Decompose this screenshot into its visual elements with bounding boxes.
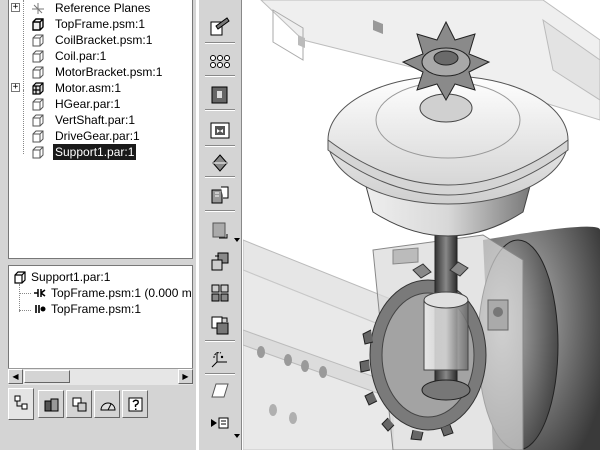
tree-item-motor-assembly[interactable]: + Motor.asm:1: [9, 80, 192, 96]
horizontal-scrollbar[interactable]: ◀ ▶: [8, 368, 193, 385]
tree-item-label: CoilBracket.psm:1: [55, 33, 153, 47]
part-icon: [31, 66, 44, 79]
dropdown-arrow-icon[interactable]: [234, 238, 240, 242]
edit-part-icon: [211, 186, 229, 204]
selection-filter-button[interactable]: [206, 410, 234, 434]
tree-item-coilbracket[interactable]: CoilBracket.psm:1: [9, 32, 192, 48]
replace-part-icon: [210, 122, 230, 139]
part-icon: [31, 130, 44, 143]
transfer-part-button[interactable]: [206, 218, 234, 242]
sheetmetal-part-icon: [31, 18, 44, 31]
tab-help[interactable]: [122, 390, 148, 418]
tree-item-vertshaft[interactable]: VertShaft.par:1: [9, 112, 192, 128]
dropdown-arrow-icon[interactable]: [234, 434, 240, 438]
pattern-parts-icon: [210, 55, 230, 68]
place-part-button[interactable]: [206, 14, 234, 38]
part-icon: [31, 114, 44, 127]
edit-part-button[interactable]: [206, 182, 234, 206]
toolbar-separator: [205, 210, 235, 212]
tree-item-topframe[interactable]: TopFrame.psm:1: [9, 16, 192, 32]
part-icon: [31, 34, 44, 47]
tree-item-drivegear[interactable]: DriveGear.par:1: [9, 128, 192, 144]
explode-icon: [211, 284, 229, 302]
relationship-label: TopFrame.psm:1: [51, 302, 142, 316]
toolbar-separator: [205, 42, 235, 44]
expand-toggle[interactable]: +: [11, 83, 20, 92]
pathfinder-icon: [14, 395, 28, 410]
insert-part-icon: [211, 86, 228, 104]
tab-feature-pathfinder[interactable]: [8, 388, 34, 420]
tree-item-label: DriveGear.par:1: [55, 129, 140, 143]
tree-item-label: VertShaft.par:1: [55, 113, 136, 127]
tree-item-label: Reference Planes: [55, 1, 151, 15]
toolbar-separator: [205, 340, 235, 342]
feature-library-icon: [100, 402, 116, 411]
selection-filter-icon: [211, 417, 229, 429]
tab-layers[interactable]: [66, 390, 92, 418]
disperse-button[interactable]: [206, 248, 234, 272]
tree-item-motorbracket[interactable]: MotorBracket.psm:1: [9, 64, 192, 80]
toolbar-separator: [205, 75, 235, 77]
tree-item-label: MotorBracket.psm:1: [55, 65, 163, 79]
assembly-model-render: [243, 0, 600, 450]
scroll-left-button[interactable]: ◀: [8, 369, 23, 384]
part-icon: [14, 271, 26, 284]
scroll-right-button[interactable]: ▶: [178, 369, 193, 384]
mate-relationship-icon: [34, 289, 46, 297]
expand-toggle[interactable]: +: [11, 3, 20, 12]
relationships-pane[interactable]: Support1.par:1 TopFrame.psm:1 (0.000 mm …: [8, 265, 193, 385]
assembly-icon: [31, 82, 44, 95]
tree-connector: [19, 284, 20, 312]
disperse-icon: [211, 252, 229, 271]
toolbar-separator: [205, 109, 235, 111]
transfer-part-icon: [212, 222, 228, 239]
toolbar-separator: [205, 145, 235, 147]
axial-align-relationship-icon: [35, 305, 46, 313]
pane-splitter[interactable]: [8, 260, 193, 263]
rotate-axes-button[interactable]: [206, 346, 234, 370]
reposition-icon: [211, 316, 229, 335]
place-part-icon: [210, 17, 230, 36]
tree-item-label: TopFrame.psm:1: [55, 17, 146, 31]
rotate-axes-icon: [211, 352, 227, 368]
toolbar-separator: [205, 176, 235, 178]
tree-item-support1[interactable]: Support1.par:1: [9, 144, 192, 160]
create-sketch-button[interactable]: [206, 378, 234, 402]
part-icon: [31, 146, 44, 159]
relationship-root-label: Support1.par:1: [31, 270, 111, 284]
edgebar-panel: + Reference Planes TopFrame.psm:1 CoilBr…: [0, 0, 196, 450]
tree-item-label: Coil.par:1: [55, 49, 107, 63]
tab-feature-library[interactable]: [94, 390, 120, 418]
assembly-toolbar: [198, 0, 242, 450]
insert-part-button[interactable]: [206, 82, 234, 106]
tree-item-label: Motor.asm:1: [55, 81, 122, 95]
tab-parts-library[interactable]: [38, 390, 64, 418]
tree-item-reference-planes[interactable]: + Reference Planes: [9, 0, 192, 16]
part-icon: [31, 98, 44, 111]
assemble-relationship-icon: [212, 154, 228, 172]
tree-item-label-selected: Support1.par:1: [53, 144, 137, 160]
assembly-pathfinder-tree[interactable]: + Reference Planes TopFrame.psm:1 CoilBr…: [8, 0, 193, 259]
explode-button[interactable]: [206, 280, 234, 304]
part-icon: [31, 50, 44, 63]
reference-planes-icon: [31, 2, 44, 14]
replace-part-button[interactable]: [206, 117, 234, 141]
tree-connector: [19, 310, 31, 311]
tree-item-hgear[interactable]: HGear.par:1: [9, 96, 192, 112]
relationship-label: TopFrame.psm:1 (0.000 mm: [51, 286, 193, 300]
3d-viewport[interactable]: [243, 0, 600, 450]
tree-item-label: HGear.par:1: [55, 97, 121, 111]
create-sketch-icon: [211, 383, 229, 398]
scroll-thumb[interactable]: [24, 370, 70, 383]
reposition-button[interactable]: [206, 312, 234, 336]
parts-library-icon: [44, 398, 59, 412]
help-icon: [128, 397, 143, 412]
edgebar-tabs: [8, 388, 196, 420]
tree-connector: [19, 293, 31, 294]
toolbar-separator: [205, 373, 235, 375]
assemble-relationship-button[interactable]: [206, 150, 234, 174]
layers-icon: [72, 397, 87, 412]
tree-item-coil[interactable]: Coil.par:1: [9, 48, 192, 64]
pattern-parts-button[interactable]: [206, 48, 234, 72]
